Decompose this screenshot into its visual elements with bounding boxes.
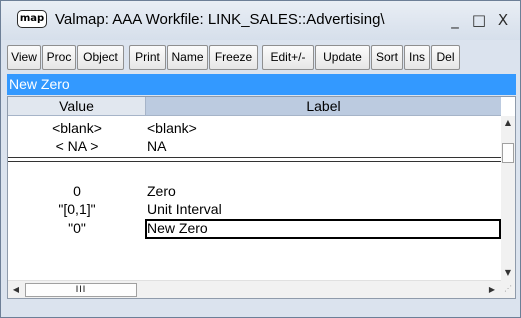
toolbar: View Proc Object Print Name Freeze Edit+…	[7, 45, 517, 72]
column-header-label[interactable]: Label	[146, 97, 501, 116]
window-title: Valmap: AAA Workfile: LINK_SALES::Advert…	[55, 11, 385, 28]
label-cell[interactable]: <blank>	[146, 119, 496, 137]
sort-button[interactable]: Sort	[371, 45, 403, 70]
scroll-right-icon[interactable]: ▶	[484, 281, 500, 299]
title-bar[interactable]: map Valmap: AAA Workfile: LINK_SALES::Ad…	[1, 1, 520, 40]
freeze-button[interactable]: Freeze	[209, 45, 258, 70]
column-header-value[interactable]: Value	[8, 97, 146, 116]
label-cell[interactable]: NA	[146, 137, 496, 155]
vertical-scroll-thumb[interactable]	[502, 143, 514, 163]
view-button[interactable]: View	[7, 45, 41, 70]
vertical-scrollbar[interactable]: ▲ ▼	[501, 116, 515, 280]
edit-toggle-button[interactable]: Edit+/-	[262, 45, 314, 70]
map-app-icon[interactable]: map	[17, 10, 47, 28]
delete-button[interactable]: Del	[431, 45, 460, 70]
valmap-window: map Valmap: AAA Workfile: LINK_SALES::Ad…	[0, 0, 521, 318]
value-cell[interactable]: <blank>	[8, 119, 146, 137]
name-button[interactable]: Name	[167, 45, 208, 70]
close-button[interactable]: X	[492, 10, 514, 30]
scroll-left-icon[interactable]: ◀	[8, 281, 24, 299]
insert-button[interactable]: Ins	[404, 45, 430, 70]
value-cell[interactable]: "[0,1]"	[8, 200, 146, 218]
scroll-up-icon[interactable]: ▲	[501, 116, 515, 130]
update-button[interactable]: Update	[315, 45, 370, 70]
maximize-button[interactable]: □	[468, 10, 490, 30]
value-cell[interactable]: < NA >	[8, 137, 146, 155]
section-divider	[8, 157, 501, 162]
label-cell[interactable]: Unit Interval	[146, 200, 496, 218]
resize-grip-icon[interactable]: ⋰	[501, 280, 515, 298]
print-button[interactable]: Print	[129, 45, 166, 70]
selected-cell-outline	[145, 219, 501, 239]
horizontal-scroll-thumb[interactable]: III	[25, 283, 137, 297]
object-button[interactable]: Object	[77, 45, 124, 70]
scroll-down-icon[interactable]: ▼	[501, 266, 515, 280]
valmap-grid: Value Label <blank> <blank> < NA > NA 0 …	[7, 96, 516, 299]
proc-button[interactable]: Proc	[42, 45, 76, 70]
value-cell[interactable]: 0	[8, 182, 146, 200]
label-cell[interactable]: Zero	[146, 182, 496, 200]
cell-edit-field[interactable]: New Zero	[7, 74, 516, 95]
minimize-button[interactable]: _	[444, 10, 466, 30]
horizontal-scrollbar[interactable]: ◀ III ▶	[8, 280, 501, 298]
value-cell[interactable]: "0"	[8, 219, 146, 237]
